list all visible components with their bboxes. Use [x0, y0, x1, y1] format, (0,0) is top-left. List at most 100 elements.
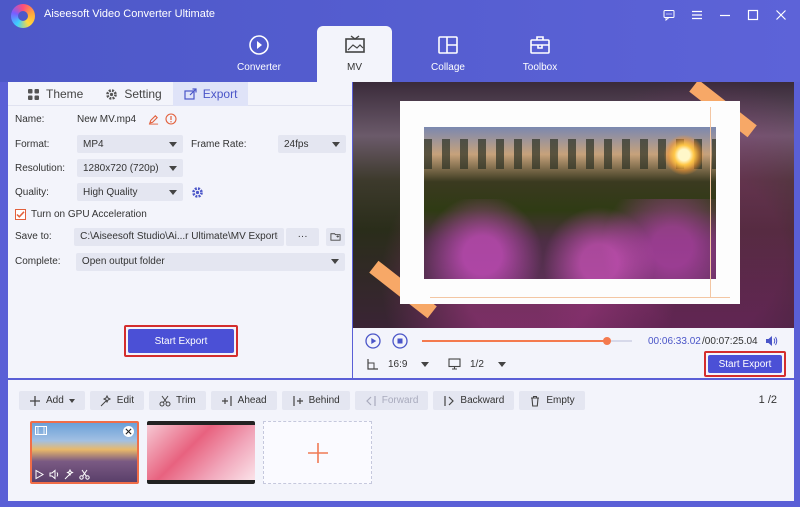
maximize-icon[interactable]	[744, 6, 762, 24]
chevron-down-icon	[68, 398, 75, 403]
add-clip-placeholder[interactable]	[263, 421, 372, 484]
resolution-value: 1280x720 (720p)	[83, 162, 159, 174]
plus-icon	[307, 442, 328, 463]
start-export-button[interactable]: Start Export	[128, 329, 234, 353]
app-logo-icon	[11, 4, 35, 28]
tab-theme[interactable]: Theme	[16, 82, 94, 106]
edit-label: Edit	[116, 395, 135, 406]
tab-setting[interactable]: Setting	[94, 82, 172, 106]
quality-row: Quality: High Quality	[15, 180, 345, 204]
clip-trim-icon[interactable]	[79, 469, 90, 480]
screen-value: 1/2	[470, 359, 484, 370]
clip-play-icon[interactable]	[34, 469, 45, 480]
chevron-down-icon	[169, 141, 177, 147]
frame-rate-select[interactable]: 24fps	[278, 135, 346, 153]
tab-converter-label: Converter	[237, 62, 281, 73]
resolution-row: Resolution: 1280x720 (720p)	[15, 156, 345, 180]
timeline-toolbar: Add Edit Trim Ahead Behind Forward Backw…	[19, 391, 585, 410]
tab-converter[interactable]: Converter	[220, 26, 298, 82]
backward-button[interactable]: Backward	[433, 391, 515, 410]
converter-icon	[249, 35, 269, 55]
trash-icon	[531, 395, 540, 407]
complete-label: Complete:	[15, 256, 61, 267]
volume-button[interactable]	[764, 334, 778, 348]
tab-export[interactable]: Export	[172, 82, 249, 106]
app-title: Aiseesoft Video Converter Ultimate	[44, 8, 215, 20]
progress-fill	[422, 340, 607, 342]
save-label: Save to:	[15, 231, 52, 242]
format-row: Format: MP4 Frame Rate: 24fps	[15, 132, 346, 156]
minimize-icon[interactable]	[716, 6, 734, 24]
quality-select[interactable]: High Quality	[77, 183, 183, 201]
trim-button[interactable]: Trim	[149, 391, 206, 410]
complete-select[interactable]: Open output folder	[75, 252, 345, 271]
resolution-select[interactable]: 1280x720 (720p)	[77, 159, 183, 177]
empty-button[interactable]: Empty	[519, 391, 585, 410]
video-preview	[353, 82, 794, 328]
tab-toolbox[interactable]: Toolbox	[504, 26, 576, 82]
tab-collage[interactable]: Collage	[404, 26, 492, 82]
total-time: /00:07:25.04	[702, 336, 758, 347]
timeline-panel: Add Edit Trim Ahead Behind Forward Backw…	[8, 380, 794, 501]
tab-mv-label: MV	[347, 62, 362, 73]
toolbox-icon	[530, 36, 550, 54]
clip-thumbnail-1[interactable]	[30, 421, 139, 484]
add-button[interactable]: Add	[19, 391, 85, 410]
folder-icon	[330, 233, 341, 241]
trim-label: Trim	[176, 395, 196, 406]
name-value: New MV.mp4	[77, 113, 137, 125]
format-label: Format:	[15, 138, 50, 150]
screen-dropdown[interactable]	[498, 362, 506, 367]
clip-thumbnail-2[interactable]	[147, 421, 255, 484]
close-icon[interactable]	[772, 6, 790, 24]
play-button[interactable]	[365, 333, 381, 349]
feedback-icon[interactable]	[660, 6, 678, 24]
tab-setting-label: Setting	[124, 87, 162, 101]
browse-button[interactable]: ···	[286, 227, 320, 246]
clip-volume-icon[interactable]	[49, 469, 60, 480]
gpu-checkbox[interactable]	[15, 208, 26, 220]
forward-button[interactable]: Forward	[354, 391, 429, 410]
browse-label: ···	[297, 231, 308, 242]
title-bar: Aiseesoft Video Converter Ultimate Conve…	[0, 0, 800, 82]
edit-pencil-icon[interactable]	[146, 112, 160, 126]
preview-sun	[664, 135, 704, 175]
tab-mv[interactable]: MV	[317, 26, 392, 82]
quality-settings-gear-icon[interactable]	[190, 185, 204, 199]
open-folder-button[interactable]	[326, 227, 345, 246]
clip-close-icon[interactable]	[123, 426, 134, 437]
stop-icon	[392, 333, 408, 349]
aspect-ratio-dropdown[interactable]	[421, 362, 429, 367]
stop-button[interactable]	[392, 333, 408, 349]
format-select[interactable]: MP4	[77, 135, 183, 153]
gpu-label: Turn on GPU Acceleration	[31, 208, 147, 220]
chevron-down-icon	[331, 259, 339, 264]
forward-label: Forward	[381, 395, 419, 406]
save-path-field[interactable]: C:\Aiseesoft Studio\Ai...r Ultimate\MV E…	[74, 227, 285, 246]
complete-value: Open output folder	[81, 256, 165, 267]
tab-theme-label: Theme	[46, 87, 84, 101]
add-label: Add	[46, 395, 64, 406]
window-controls	[660, 6, 790, 24]
progress-handle[interactable]	[602, 337, 611, 345]
insert-ahead-icon	[221, 395, 232, 406]
info-icon[interactable]	[164, 112, 178, 126]
edit-button[interactable]: Edit	[89, 391, 145, 410]
quality-label: Quality:	[15, 186, 49, 198]
empty-label: Empty	[546, 395, 575, 406]
menu-icon[interactable]	[688, 6, 706, 24]
chevron-down-icon	[169, 165, 177, 171]
clip-edit-icon[interactable]	[64, 469, 75, 480]
clip-film-icon	[35, 426, 47, 438]
chevron-down-icon	[169, 189, 177, 195]
progress-slider[interactable]	[422, 337, 632, 345]
clip-action-icons	[34, 469, 90, 480]
checkmark-icon	[16, 210, 25, 218]
gear-icon	[106, 88, 118, 100]
preview-start-export-button[interactable]: Start Export	[708, 355, 782, 373]
behind-button[interactable]: Behind	[281, 391, 350, 410]
theme-photo-frame	[400, 101, 740, 304]
ahead-button[interactable]: Ahead	[210, 391, 277, 410]
volume-icon	[766, 336, 778, 346]
play-icon	[365, 333, 381, 349]
